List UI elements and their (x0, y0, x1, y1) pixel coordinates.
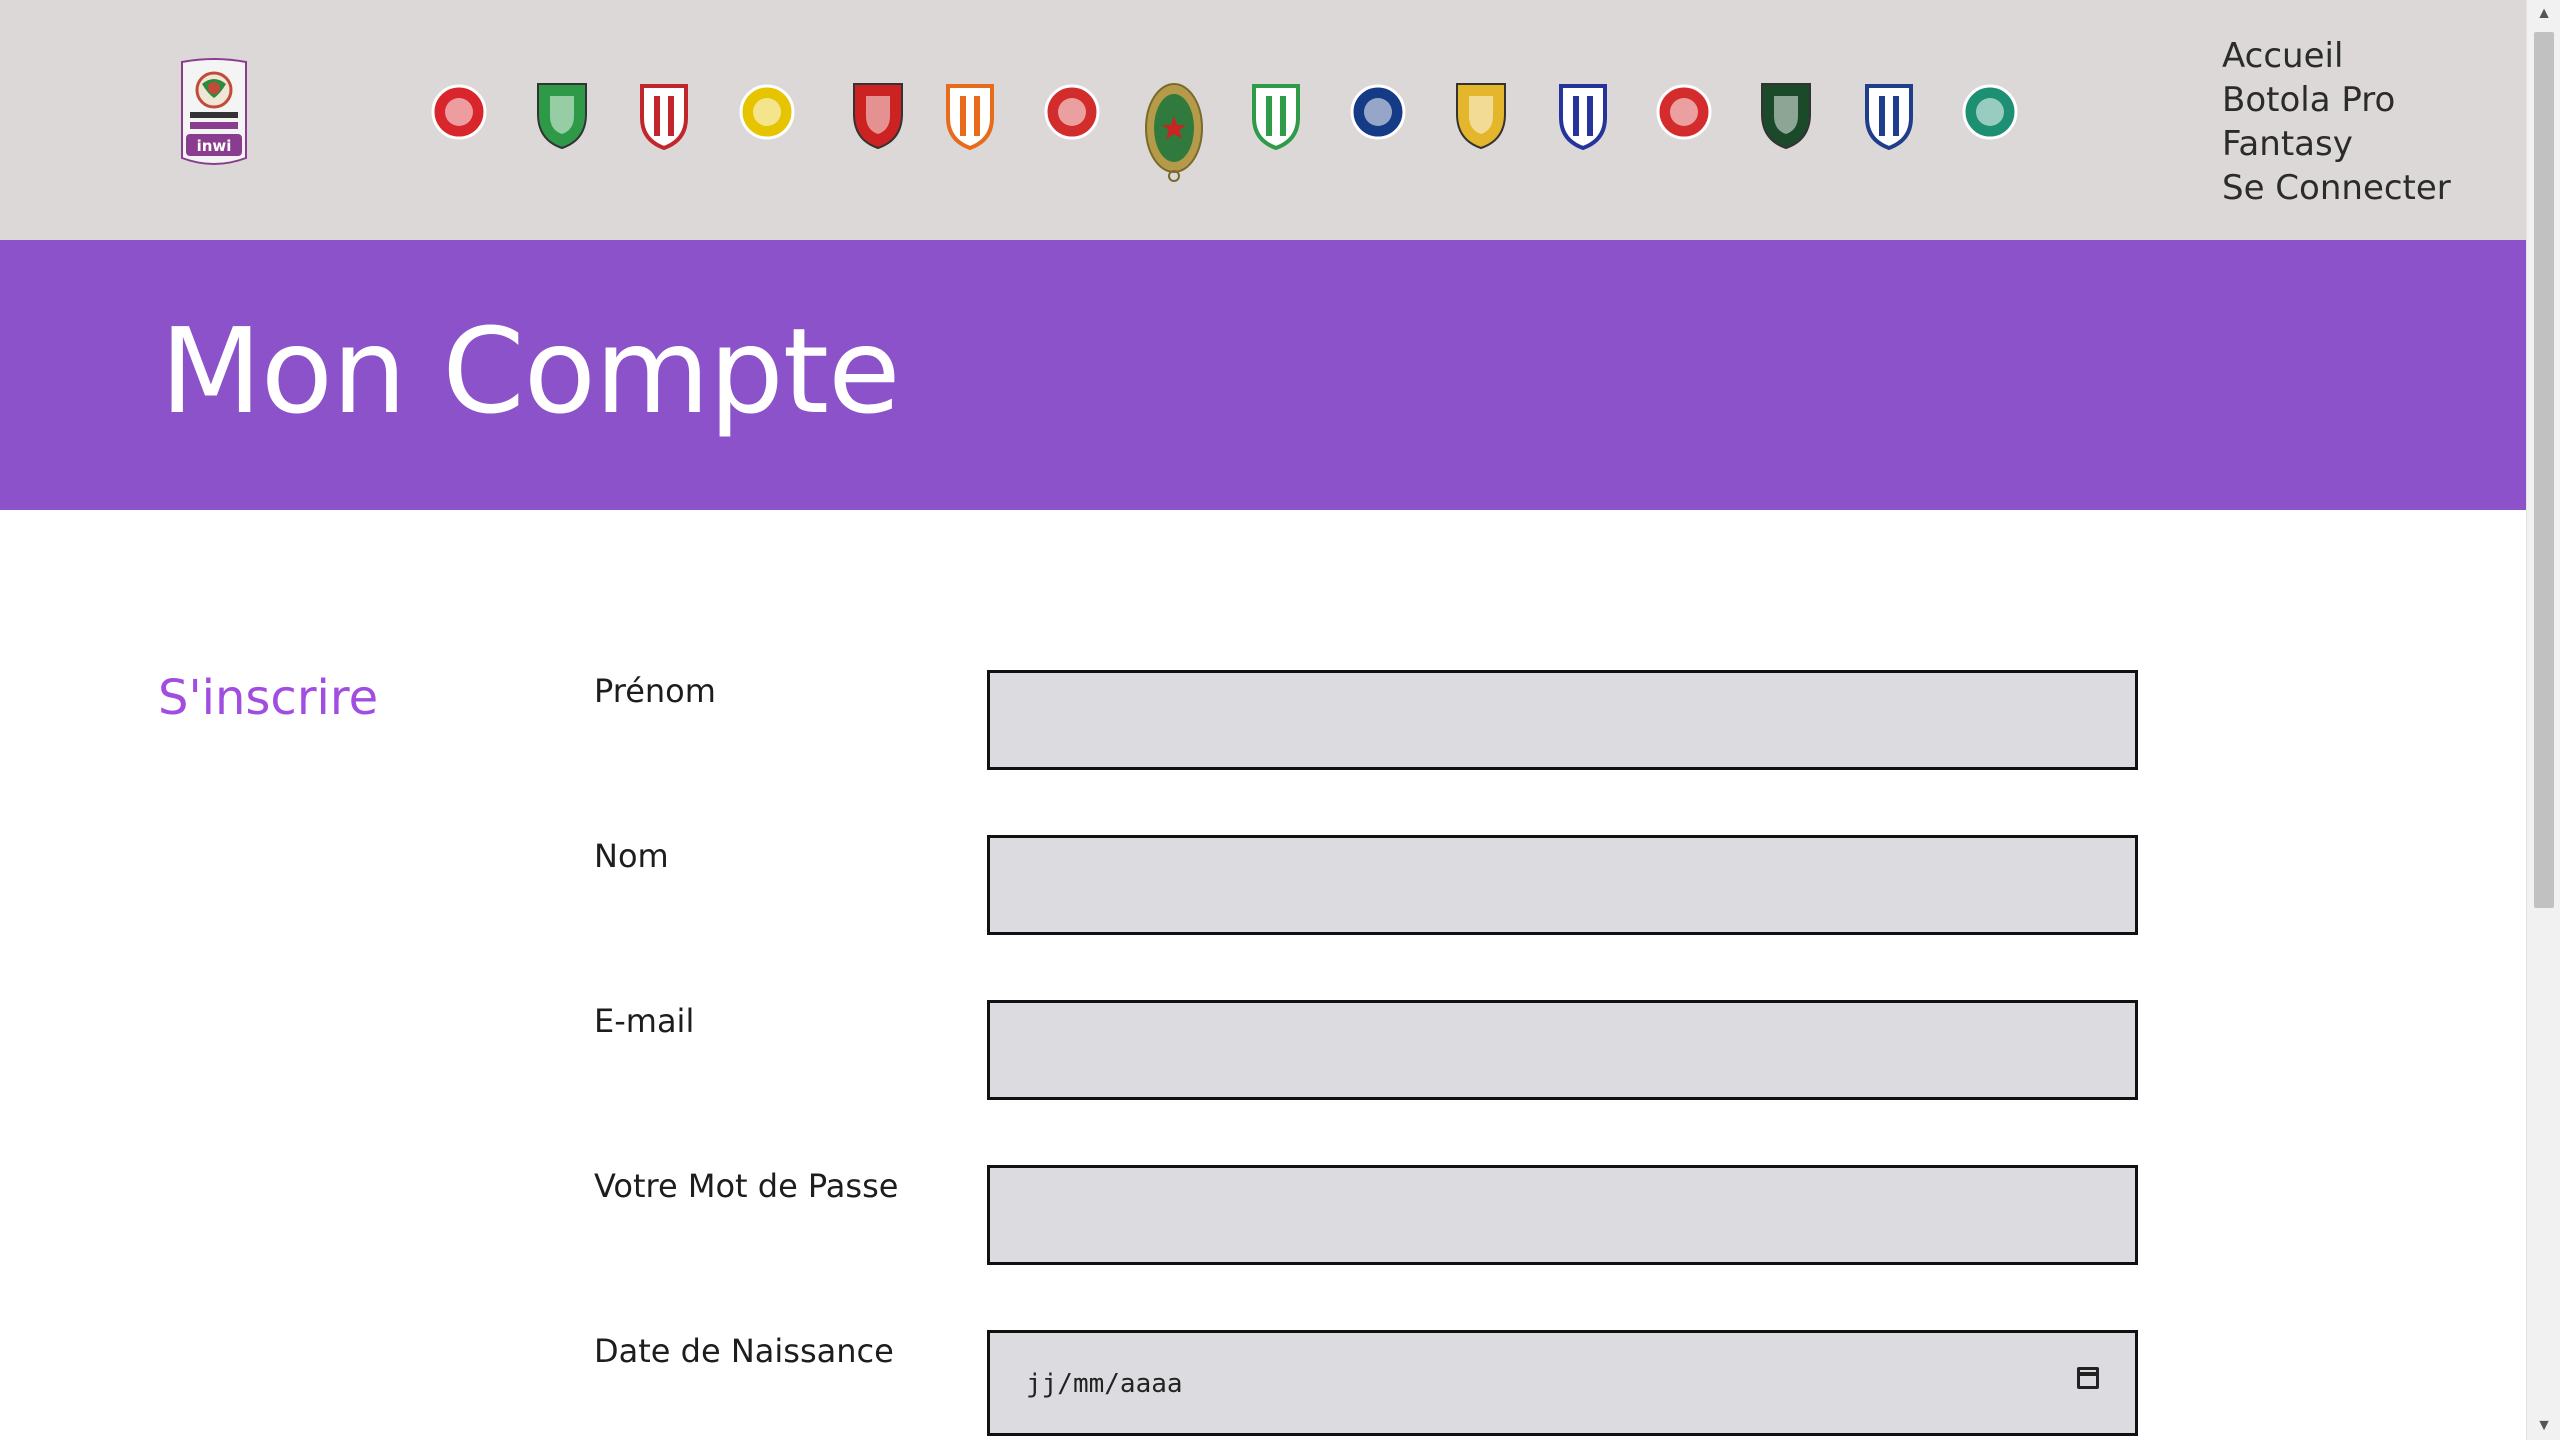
mas-crest[interactable] (735, 78, 799, 155)
husa-crest[interactable] (1652, 78, 1716, 155)
fus-crest[interactable] (1040, 78, 1104, 155)
first-name-input[interactable] (990, 673, 2135, 767)
page-banner: Mon Compte (0, 240, 2526, 510)
main-nav: Accueil Botola Pro Fantasy Se Connecter (2222, 34, 2451, 210)
ocs-crest[interactable] (1958, 78, 2022, 155)
nav-fantasy[interactable]: Fantasy (2222, 122, 2451, 166)
last-name-input[interactable] (990, 838, 2135, 932)
difaa-crest[interactable] (1244, 78, 1308, 155)
soualem-crest[interactable] (1346, 78, 1410, 155)
rsb-crest[interactable] (938, 78, 1002, 155)
first-name-field[interactable] (987, 670, 2138, 770)
olympic-crest[interactable] (1449, 78, 1513, 155)
birthdate-label: Date de Naissance (594, 1332, 894, 1370)
far-crest[interactable] (1142, 78, 1206, 187)
raja-crest[interactable] (530, 78, 594, 155)
first-name-label: Prénom (594, 672, 716, 710)
nav-botola-pro[interactable]: Botola Pro (2222, 78, 2451, 122)
email-label: E-mail (594, 1002, 695, 1040)
mco-crest[interactable] (1857, 78, 1921, 155)
calendar-icon[interactable] (2077, 1367, 2099, 1389)
scroll-down-arrow-icon[interactable]: ▼ (2527, 1412, 2560, 1440)
email-input[interactable] (990, 1003, 2135, 1097)
wac-crest[interactable] (427, 78, 491, 155)
club-crests-row (0, 0, 2526, 240)
last-name-field[interactable] (987, 835, 2138, 935)
password-input[interactable] (990, 1168, 2135, 1262)
email-field[interactable] (987, 1000, 2138, 1100)
nav-se-connecter[interactable]: Se Connecter (2222, 166, 2451, 210)
password-label: Votre Mot de Passe (594, 1167, 899, 1205)
signup-title: S'inscrire (158, 670, 379, 726)
last-name-label: Nom (594, 837, 669, 875)
irt-crest[interactable] (1551, 78, 1615, 155)
nav-accueil[interactable]: Accueil (2222, 34, 2451, 78)
page-title: Mon Compte (160, 302, 901, 440)
chabab-crest[interactable] (846, 78, 910, 155)
jss-crest[interactable] (1754, 78, 1818, 155)
scroll-up-arrow-icon[interactable]: ▲ (2527, 0, 2560, 28)
mat-crest[interactable] (632, 78, 696, 155)
birthdate-placeholder: jj/mm/aaaa (1026, 1369, 1183, 1399)
site-header: inwi Accueil Botola Pro Fantasy Se Conne… (0, 0, 2526, 240)
page-scrollbar[interactable]: ▲ ▼ (2526, 0, 2560, 1440)
birthdate-field[interactable]: jj/mm/aaaa (987, 1330, 2138, 1436)
password-field[interactable] (987, 1165, 2138, 1265)
scrollbar-thumb[interactable] (2534, 32, 2554, 908)
